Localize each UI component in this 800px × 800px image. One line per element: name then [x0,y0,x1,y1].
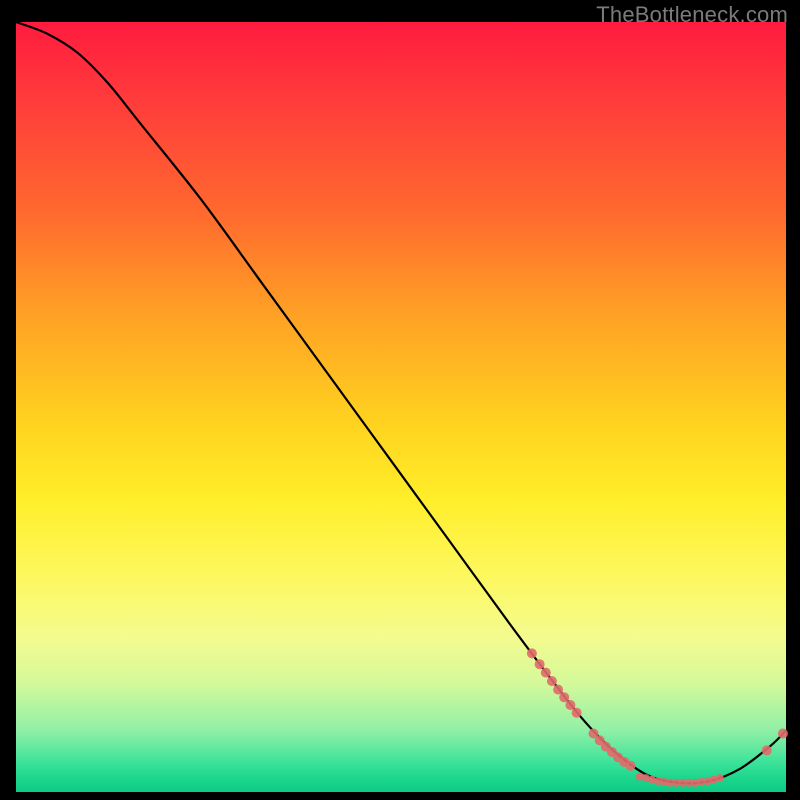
data-point [778,729,788,739]
chart-points [527,648,788,786]
chart-background [16,22,786,792]
chart-curve [16,22,786,783]
data-point [626,761,636,771]
data-point [541,668,551,678]
data-point [535,659,545,669]
bottleneck-curve [16,22,786,783]
chart-svg [16,22,786,792]
data-point [572,708,582,718]
data-point [547,676,557,686]
data-point [527,648,537,658]
data-point [762,745,772,755]
data-point [716,774,724,782]
